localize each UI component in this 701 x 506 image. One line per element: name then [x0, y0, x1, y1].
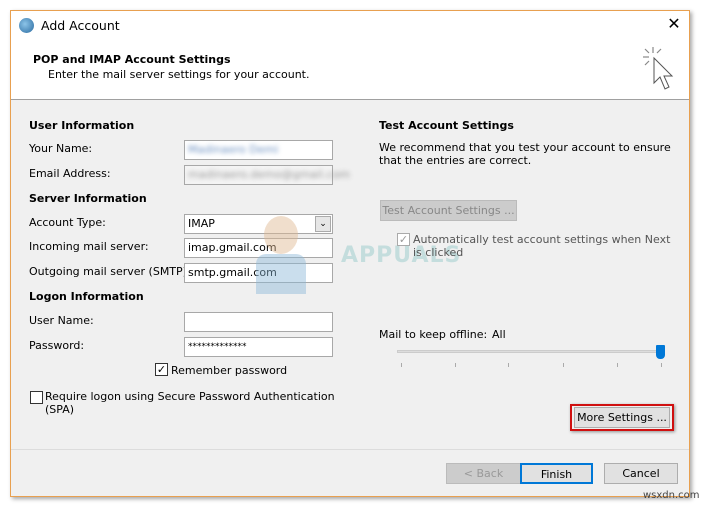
- mail-offline-value: All: [492, 328, 506, 341]
- remember-password-label: Remember password: [171, 364, 288, 377]
- auto-test-checkbox[interactable]: ✓: [397, 233, 410, 246]
- footer-divider: [11, 449, 689, 450]
- back-button[interactable]: < Back: [446, 463, 521, 484]
- user-information-heading: User Information: [29, 119, 135, 132]
- offline-slider-track[interactable]: [397, 350, 665, 353]
- page-subtitle: Enter the mail server settings for your …: [48, 68, 310, 81]
- offline-slider-thumb[interactable]: [656, 345, 665, 359]
- outgoing-server-label: Outgoing mail server (SMTP):: [29, 265, 191, 278]
- your-name-label: Your Name:: [29, 142, 93, 155]
- site-watermark: wsxdn.com: [643, 490, 700, 501]
- close-button[interactable]: ✕: [663, 14, 685, 34]
- auto-test-label: Automatically test account settings when…: [413, 233, 671, 259]
- logon-information-heading: Logon Information: [29, 290, 144, 303]
- add-account-dialog: Add Account ✕ POP and IMAP Account Setti…: [10, 10, 690, 497]
- spa-checkbox[interactable]: [30, 391, 43, 404]
- mail-offline-label: Mail to keep offline:: [379, 328, 488, 341]
- slider-tick: [455, 363, 456, 367]
- user-name-label: User Name:: [29, 314, 94, 327]
- cursor-sparkle-icon: [643, 47, 674, 90]
- test-settings-heading: Test Account Settings: [379, 119, 514, 132]
- more-settings-button[interactable]: More Settings ...: [574, 407, 670, 428]
- user-name-input[interactable]: [184, 312, 333, 332]
- outlook-globe-icon: [19, 18, 34, 33]
- server-information-heading: Server Information: [29, 192, 147, 205]
- test-account-settings-button[interactable]: Test Account Settings ...: [380, 200, 517, 221]
- finish-button[interactable]: Finish: [520, 463, 593, 484]
- window-title: Add Account: [41, 18, 120, 33]
- page-title: POP and IMAP Account Settings: [33, 53, 231, 66]
- slider-tick: [617, 363, 618, 367]
- dialog-header: Add Account ✕ POP and IMAP Account Setti…: [11, 11, 689, 100]
- remember-password-checkbox[interactable]: ✓: [155, 363, 168, 376]
- cancel-button[interactable]: Cancel: [604, 463, 678, 484]
- chevron-down-icon[interactable]: ⌄: [315, 216, 331, 232]
- appuals-mascot-logo: [256, 216, 306, 296]
- password-input[interactable]: *************: [184, 337, 333, 357]
- incoming-server-label: Incoming mail server:: [29, 240, 149, 253]
- spa-label: Require logon using Secure Password Auth…: [45, 390, 335, 416]
- slider-tick: [563, 363, 564, 367]
- slider-tick: [401, 363, 402, 367]
- slider-tick: [661, 363, 662, 367]
- test-description: We recommend that you test your account …: [379, 141, 671, 167]
- password-label: Password:: [29, 339, 85, 352]
- account-type-label: Account Type:: [29, 216, 106, 229]
- email-address-input[interactable]: madinaero.demo@gmail.com: [184, 165, 350, 185]
- your-name-input[interactable]: Madinaero Demi: [184, 140, 333, 160]
- email-address-label: Email Address:: [29, 167, 111, 180]
- slider-tick: [508, 363, 509, 367]
